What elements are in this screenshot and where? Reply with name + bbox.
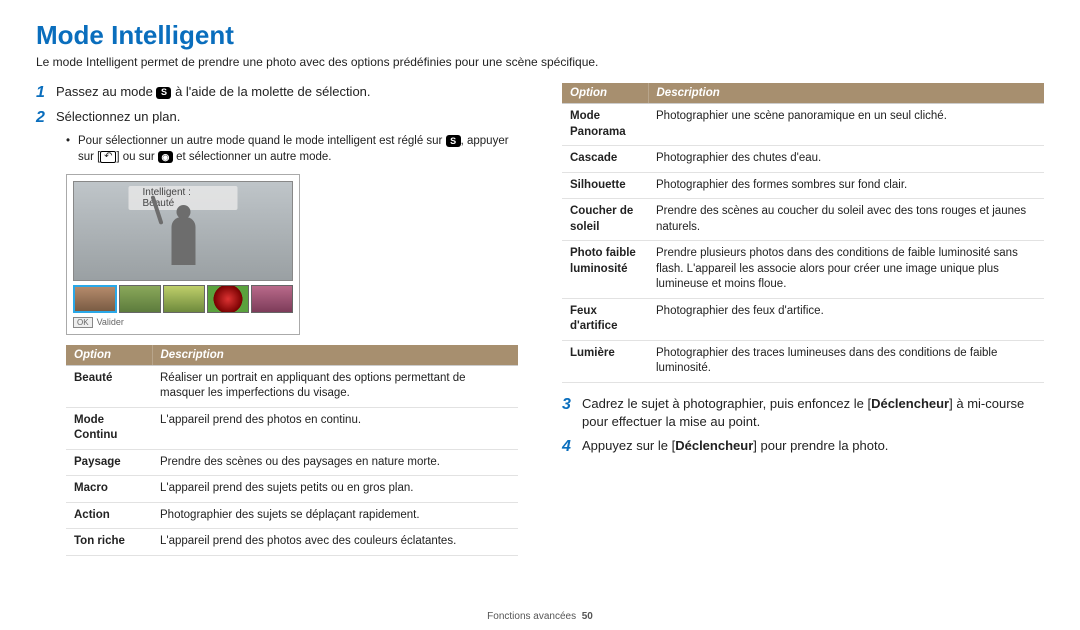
col-description: Description [152, 345, 518, 366]
table-row: Photo faible luminositéPrendre plusieurs… [562, 241, 1044, 299]
bullet-end: et sélectionner un autre mode. [173, 151, 332, 163]
table-row: ActionPhotographier des sujets se déplaç… [66, 502, 518, 529]
page-footer: Fonctions avancées 50 [0, 611, 1080, 622]
thumb [251, 285, 293, 313]
thumb-selected [73, 285, 117, 313]
table-row: Mode PanoramaPhotographier une scène pan… [562, 104, 1044, 146]
table-row: LumièrePhotographier des traces lumineus… [562, 340, 1044, 382]
step-3-bold: Déclencheur [871, 396, 949, 411]
mode-s-icon: S [446, 135, 461, 147]
ok-label: Valider [97, 317, 124, 327]
footer-section: Fonctions avancées [487, 611, 576, 622]
step-number: 4 [562, 437, 582, 456]
ok-icon: OK [73, 317, 93, 328]
preview-scene: Intelligent : Beauté [73, 181, 293, 281]
preview-box: Intelligent : Beauté OK Valider [66, 174, 300, 335]
table-row: Coucher de soleilPrendre des scènes au c… [562, 199, 1044, 241]
step-1-text-post: à l'aide de la molette de sélection. [175, 84, 370, 99]
thumb [163, 285, 205, 313]
step-2-bullet: • Pour sélectionner un autre mode quand … [66, 133, 518, 165]
step-1-text-pre: Passez au mode [56, 84, 156, 99]
step-number: 1 [36, 83, 56, 102]
camera-icon: ◉ [158, 151, 173, 163]
table-row: Mode ContinuL'appareil prend des photos … [66, 407, 518, 449]
step-number: 2 [36, 108, 56, 127]
thumb [207, 285, 249, 313]
right-column: Option Description Mode PanoramaPhotogra… [562, 83, 1044, 556]
preview-thumbnails [73, 285, 293, 313]
table-row: BeautéRéaliser un portrait en appliquant… [66, 365, 518, 407]
step-number: 3 [562, 395, 582, 414]
table-row: CascadePhotographier des chutes d'eau. [562, 146, 1044, 173]
table-row: PaysagePrendre des scènes ou des paysage… [66, 449, 518, 476]
preview-figure [161, 205, 206, 280]
back-icon: ↶ [100, 151, 116, 163]
col-option: Option [562, 83, 648, 104]
bullet-pre: Pour sélectionner un autre mode quand le… [78, 135, 446, 147]
options-table-left: Option Description BeautéRéaliser un por… [66, 345, 518, 556]
step-1: 1 Passez au mode S à l'aide de la molett… [36, 83, 518, 102]
table-row: SilhouettePhotographier des formes sombr… [562, 172, 1044, 199]
step-4: 4 Appuyez sur le [Déclencheur] pour pren… [562, 437, 1044, 456]
step-3: 3 Cadrez le sujet à photographier, puis … [562, 395, 1044, 431]
preview-ok-row: OK Valider [73, 317, 293, 328]
page-title: Mode Intelligent [36, 20, 1044, 51]
footer-page-number: 50 [582, 611, 593, 622]
options-table-right: Option Description Mode PanoramaPhotogra… [562, 83, 1044, 383]
col-option: Option [66, 345, 152, 366]
bullet-mid2: ] ou sur [116, 151, 158, 163]
step-4-post: ] pour prendre la photo. [753, 438, 888, 453]
mode-s-icon: S [156, 87, 171, 99]
step-3-pre: Cadrez le sujet à photographier, puis en… [582, 396, 871, 411]
intro-text: Le mode Intelligent permet de prendre un… [36, 55, 1044, 69]
table-row: MacroL'appareil prend des sujets petits … [66, 476, 518, 503]
step-4-bold: Déclencheur [675, 438, 753, 453]
step-2: 2 Sélectionnez un plan. [36, 108, 518, 127]
table-row: Feux d'artificePhotographier des feux d'… [562, 298, 1044, 340]
table-row: Ton richeL'appareil prend des photos ave… [66, 529, 518, 556]
step-2-text: Sélectionnez un plan. [56, 108, 180, 126]
thumb [119, 285, 161, 313]
left-column: 1 Passez au mode S à l'aide de la molett… [36, 83, 518, 556]
step-4-pre: Appuyez sur le [ [582, 438, 675, 453]
col-description: Description [648, 83, 1044, 104]
